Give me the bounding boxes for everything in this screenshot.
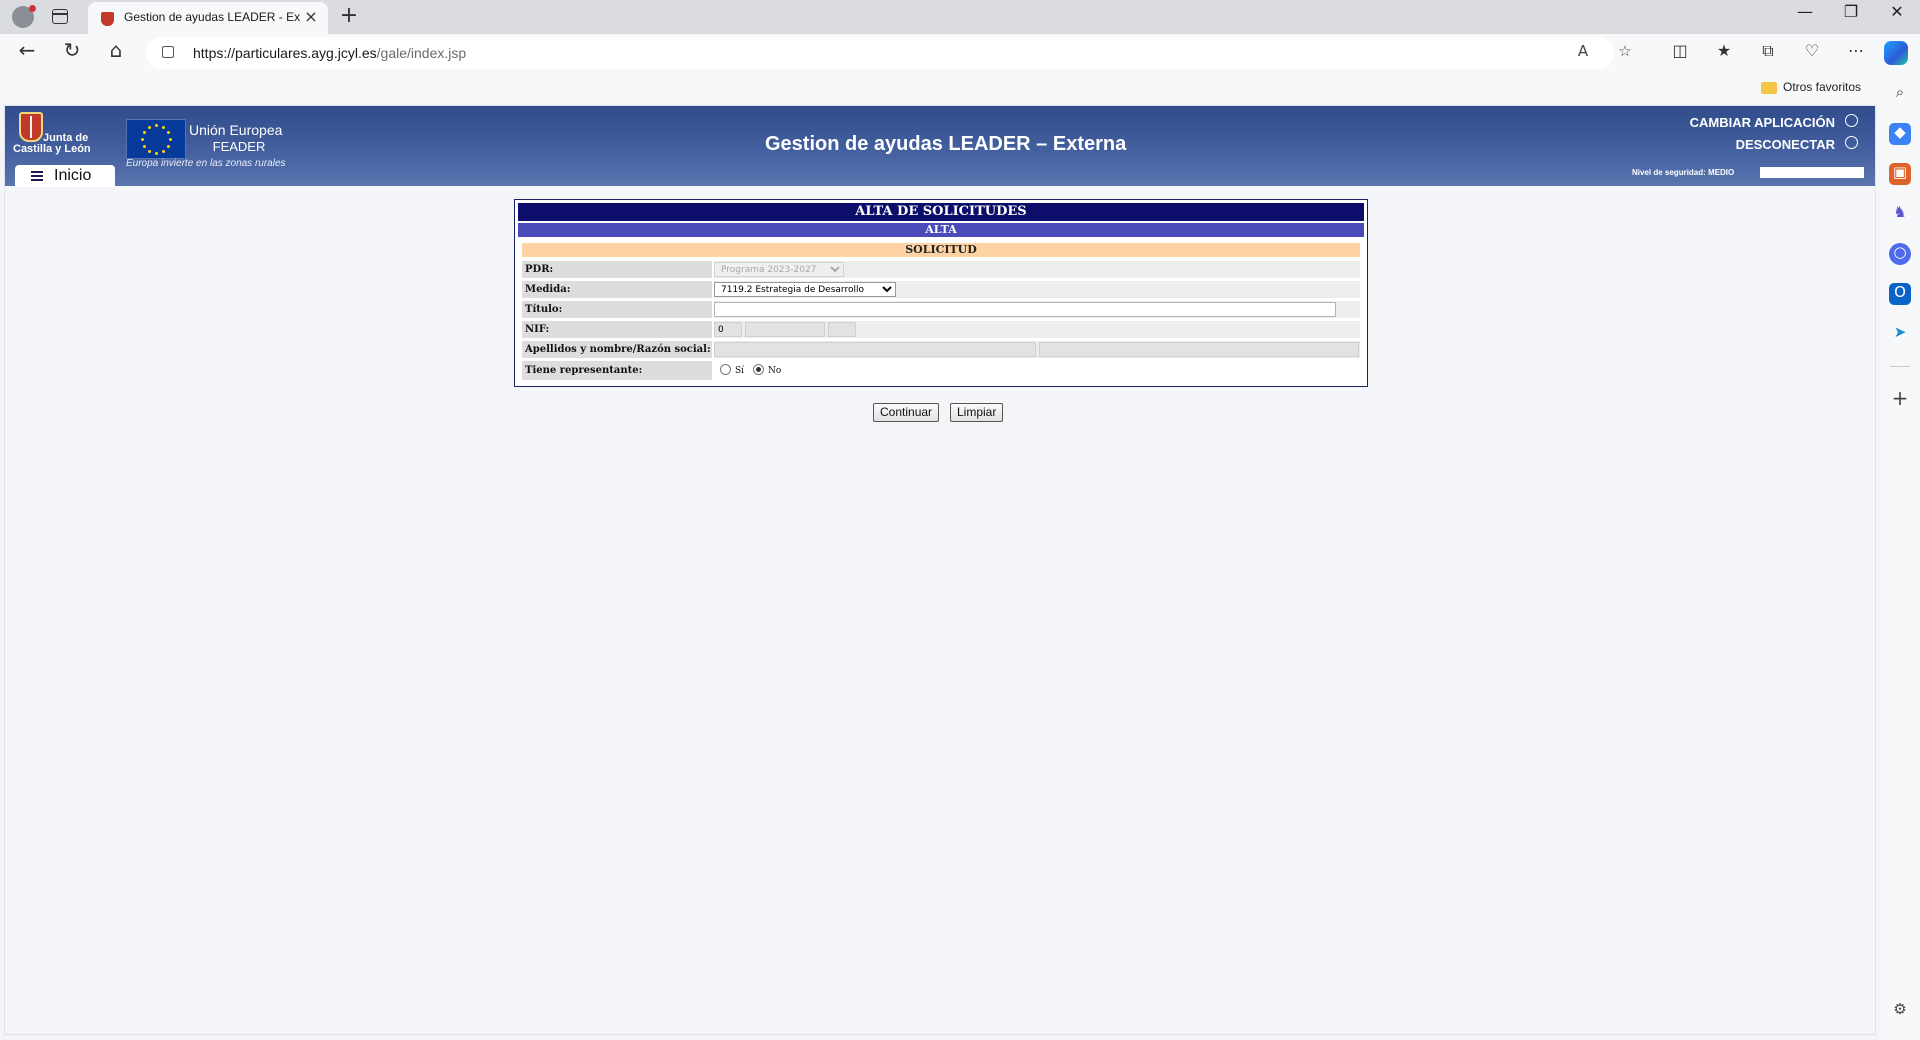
browser-sidebar: ⌕ ◆ ▣ ♞ ○ O ➤ + ⚙ [1880,72,1920,1040]
address-bar[interactable]: https://particulares.ayg.jcyl.es/gale/in… [146,37,1632,69]
nombre-row [714,341,1360,358]
representante-row: Sí No [714,361,1360,380]
change-app-link[interactable]: CAMBIAR APLICACIÓN [1690,115,1835,130]
other-favorites-link[interactable]: Otros favoritos [1783,80,1861,94]
home-tab-label[interactable]: Inicio [54,167,91,185]
add-sidebar-app-icon[interactable]: + [1889,386,1911,410]
send-drop-icon[interactable]: ➤ [1889,323,1911,345]
form-title: ALTA DE SOLICITUDES [518,203,1364,221]
favorites-icon[interactable]: ★ [1712,41,1736,65]
continue-button[interactable]: Continuar [873,403,940,422]
browser-tab[interactable]: Gestion de ayudas LEADER - Externa × [88,2,328,34]
nif-row [714,321,1360,338]
restore-button[interactable]: ❐ [1828,2,1874,32]
page-viewport: Junta de Castilla y León Unión Europea F… [4,105,1876,1035]
split-screen-icon[interactable]: ◫ [1668,41,1692,65]
site-favicon-icon [101,12,114,26]
sidebar-divider [1890,366,1910,367]
games-icon[interactable]: ♞ [1889,203,1911,225]
pdr-select[interactable]: Programa 2023-2027 [714,262,844,277]
nombre-input[interactable] [714,342,1036,357]
app-header: Junta de Castilla y León Unión Europea F… [5,106,1875,187]
titulo-label: Título: [522,301,712,318]
representante-label: Tiene representante: [522,361,712,380]
titulo-row [714,301,1360,318]
pdr-row: Programa 2023-2027 [714,261,1360,278]
new-tab-button[interactable]: + [338,4,360,28]
tab-title: Gestion de ayudas LEADER - Externa [124,10,300,24]
jcyl-line2: Castilla y León [13,143,91,155]
tab-actions-icon[interactable] [52,9,68,24]
nif-number-input[interactable] [745,322,825,337]
logout-link[interactable]: DESCONECTAR [1736,137,1835,152]
back-button[interactable]: ← [12,38,42,68]
representante-no-radio[interactable] [753,364,764,375]
url-host: https://particulares.ayg.jcyl.es [193,45,377,61]
nombre-label: Apellidos y nombre/Razón social: [522,341,712,358]
info-icon[interactable] [1845,114,1858,127]
user-name-box [1760,167,1864,178]
folder-icon[interactable] [1761,82,1777,94]
browser-tab-bar: Gestion de ayudas LEADER - Externa × + —… [0,0,1920,34]
nif-type-input[interactable] [714,322,742,337]
home-button[interactable]: ⌂ [101,38,131,68]
search-icon[interactable]: ⌕ [1889,83,1911,105]
profile-icon[interactable] [12,5,36,28]
menu-icon[interactable] [31,171,43,181]
security-level: Nivel de seguridad: MEDIO [1632,168,1734,177]
security-label: Nivel de seguridad: [1632,168,1706,177]
representante-si-radio[interactable] [720,364,731,375]
clear-button[interactable]: Limpiar [950,403,1004,422]
representante-no-label[interactable]: No [768,366,781,376]
copilot-icon[interactable] [1884,41,1908,65]
nif-letter-input[interactable] [828,322,856,337]
browser-essentials-icon[interactable]: ♡ [1800,41,1824,65]
representante-si-label[interactable]: Sí [735,366,744,376]
nif-label: NIF: [522,321,712,338]
read-aloud-icon[interactable]: A [1572,42,1594,64]
power-icon[interactable] [1845,136,1858,149]
request-form: ALTA DE SOLICITUDES ALTA SOLICITUD PDR: … [514,199,1368,387]
url-text[interactable]: https://particulares.ayg.jcyl.es/gale/in… [193,45,466,61]
medida-label: Medida: [522,281,712,298]
medida-select[interactable]: 7119.2 Estrategia de Desarrollo [714,282,896,297]
form-subtitle: ALTA [518,223,1364,237]
shopping-tag-icon[interactable]: ◆ [1889,123,1911,145]
minimize-button[interactable]: — [1782,2,1828,32]
microsoft365-icon[interactable]: ○ [1889,243,1911,265]
pdr-label: PDR: [522,261,712,278]
eu-flag-icon [126,119,186,159]
medida-row: 7119.2 Estrategia de Desarrollo [714,281,1360,298]
eu-motto: Europa invierte en las zonas rurales [126,158,286,169]
tools-briefcase-icon[interactable]: ▣ [1889,163,1911,185]
form-section-title: SOLICITUD [522,243,1360,257]
eu-name: Unión Europea [189,122,283,138]
browser-toolbar: ← ↻ ⌂ https://particulares.ayg.jcyl.es/g… [0,34,1920,72]
url-path: /gale/index.jsp [376,45,467,61]
add-favorite-icon[interactable]: ☆ [1614,42,1636,64]
jcyl-logo-text: Junta de Castilla y León [13,133,99,155]
eu-fund: FEADER [212,139,266,154]
titulo-input[interactable] [714,302,1336,317]
lock-icon[interactable] [162,46,174,58]
nombre-extra-input[interactable] [1039,342,1359,357]
settings-more-icon[interactable]: ⋯ [1844,41,1868,65]
outlook-icon[interactable]: O [1889,283,1911,305]
refresh-button[interactable]: ↻ [57,38,87,68]
home-tab[interactable]: Inicio [15,165,115,187]
close-window-button[interactable]: ✕ [1874,2,1920,32]
collections-icon[interactable]: ⧉ [1756,41,1780,65]
sidebar-settings-icon[interactable]: ⚙ [1889,1000,1911,1022]
favorites-bar: Otros favoritos [0,72,1880,104]
security-value: MEDIO [1708,168,1735,177]
close-tab-icon[interactable]: × [302,8,320,26]
app-title: Gestion de ayudas LEADER – Externa [765,133,1127,155]
